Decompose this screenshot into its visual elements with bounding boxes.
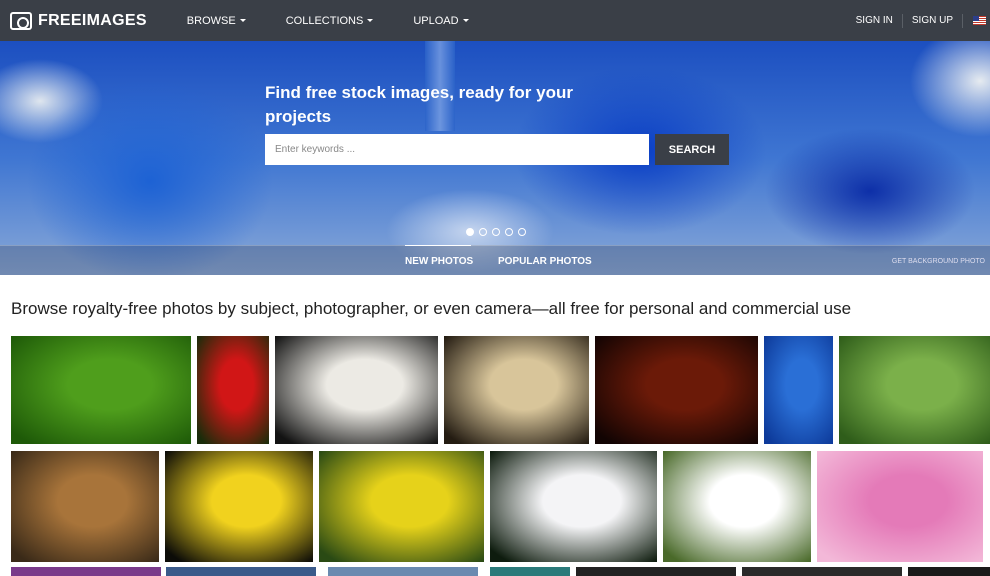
photo-thumbnail[interactable] (11, 567, 161, 576)
slide-dot[interactable] (518, 228, 526, 236)
photo-thumbnail[interactable] (319, 451, 484, 562)
logo[interactable]: FREEIMAGES (10, 11, 147, 30)
photo-thumbnail[interactable] (663, 451, 811, 562)
nav-browse-label: BROWSE (186, 14, 236, 27)
photo-thumbnail[interactable] (908, 567, 990, 576)
sign-up-link[interactable]: SIGN UP (903, 15, 962, 26)
photo-thumbnail[interactable] (764, 336, 833, 444)
photo-thumbnail[interactable] (576, 567, 736, 576)
hero-banner: Find free stock images, ready for your p… (0, 41, 990, 275)
nav-collections[interactable]: COLLECTIONS (286, 15, 374, 27)
slide-indicator (466, 228, 526, 236)
get-background-photo-link[interactable]: GET BACKGROUND PHOTO (892, 258, 985, 265)
photo-thumbnail[interactable] (328, 567, 478, 576)
chevron-down-icon (239, 19, 246, 22)
brand-name: FREEIMAGES (38, 11, 147, 29)
search-button[interactable]: SEARCH (655, 134, 729, 165)
slide-dot[interactable] (492, 228, 500, 236)
slide-dot[interactable] (479, 228, 487, 236)
tab-popular-photos[interactable]: POPULAR PHOTOS (498, 256, 592, 267)
photo-thumbnail[interactable] (11, 451, 159, 562)
photo-thumbnail[interactable] (197, 336, 269, 444)
slide-dot[interactable] (466, 228, 474, 236)
hero-title: Find free stock images, ready for your p… (265, 83, 573, 126)
nav-browse[interactable]: BROWSE (187, 15, 246, 27)
photo-thumbnail[interactable] (595, 336, 758, 444)
camera-icon (10, 11, 32, 30)
divider (962, 13, 963, 28)
nav-upload-label: UPLOAD (413, 14, 459, 27)
photo-thumbnail[interactable] (490, 567, 570, 576)
photo-thumbnail[interactable] (165, 451, 313, 562)
sign-in-link[interactable]: SIGN IN (847, 15, 902, 26)
photo-thumbnail[interactable] (839, 336, 990, 444)
nav-collections-label: COLLECTIONS (285, 14, 364, 27)
us-flag-icon[interactable] (973, 16, 986, 25)
search-input[interactable] (265, 134, 649, 165)
photo-thumbnail[interactable] (444, 336, 589, 444)
photo-thumbnail[interactable] (11, 336, 191, 444)
page-subtitle: Browse royalty-free photos by subject, p… (11, 299, 852, 318)
nav-upload[interactable]: UPLOAD (413, 14, 469, 27)
slide-dot[interactable] (505, 228, 513, 236)
top-nav: FREEIMAGES BROWSE COLLECTIONS UPLOAD SIG… (0, 0, 990, 41)
nav-account: SIGN IN SIGN UP (847, 13, 990, 28)
hero-tab-bar: NEW PHOTOS POPULAR PHOTOS GET BACKGROUND… (0, 245, 990, 275)
photo-thumbnail[interactable] (490, 451, 657, 562)
photo-thumbnail[interactable] (275, 336, 438, 444)
photo-thumbnail[interactable] (166, 567, 316, 576)
tab-new-photos[interactable]: NEW PHOTOS (405, 245, 473, 267)
chevron-down-icon (462, 19, 469, 22)
chevron-down-icon (367, 19, 374, 22)
photo-thumbnail[interactable] (817, 451, 983, 562)
photo-thumbnail[interactable] (742, 567, 902, 576)
